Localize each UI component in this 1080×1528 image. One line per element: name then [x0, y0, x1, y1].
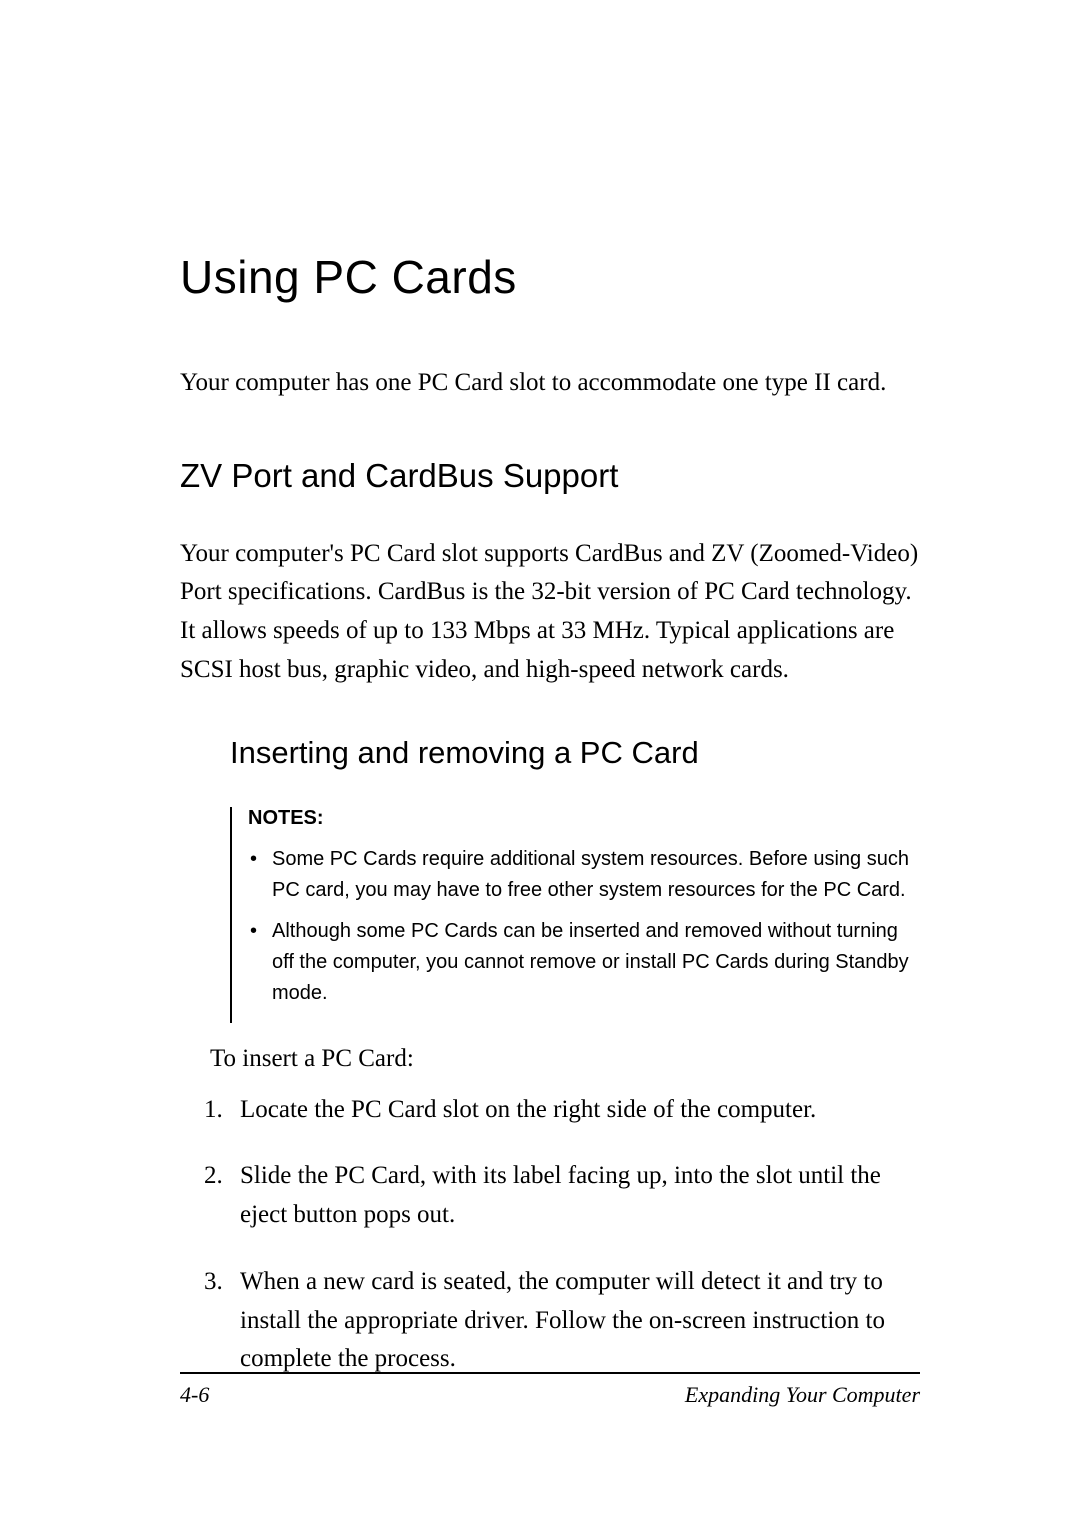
page-number: 4-6 [180, 1382, 209, 1408]
heading-3: Inserting and removing a PC Card [230, 735, 920, 771]
notes-list: Some PC Cards require additional system … [248, 844, 910, 1023]
notes-title: NOTES: [248, 807, 910, 830]
step-item: Slide the PC Card, with its label facing… [204, 1157, 920, 1235]
section-title: Expanding Your Computer [685, 1382, 920, 1408]
heading-1: Using PC Cards [180, 250, 920, 304]
notes-block: NOTES: Some PC Cards require additional … [230, 807, 920, 1023]
document-page: Using PC Cards Your computer has one PC … [0, 0, 1080, 1528]
page-footer: 4-6 Expanding Your Computer [180, 1372, 920, 1408]
heading-2: ZV Port and CardBus Support [180, 457, 920, 495]
body-paragraph: Your computer's PC Card slot supports Ca… [180, 535, 920, 690]
steps-list: Locate the PC Card slot on the right sid… [204, 1091, 920, 1380]
notes-item: Although some PC Cards can be inserted a… [248, 916, 910, 1009]
step-item: Locate the PC Card slot on the right sid… [204, 1091, 920, 1130]
notes-item: Some PC Cards require additional system … [248, 844, 910, 906]
steps-intro: To insert a PC Card: [210, 1045, 920, 1073]
intro-paragraph: Your computer has one PC Card slot to ac… [180, 364, 920, 402]
step-item: When a new card is seated, the computer … [204, 1263, 920, 1379]
